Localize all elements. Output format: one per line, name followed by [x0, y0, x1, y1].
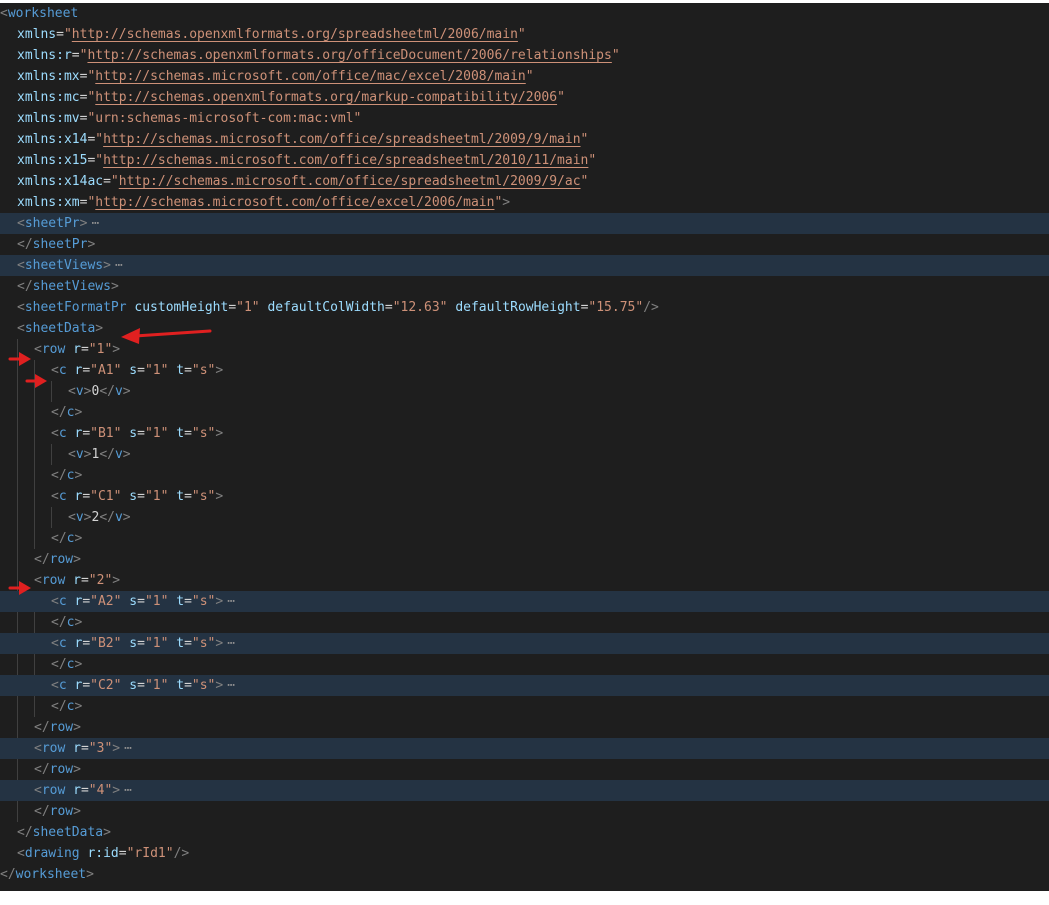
arrow-to-sheetdata-icon [121, 328, 212, 344]
arrow-to-row1-icon [8, 352, 31, 366]
arrow-to-cell-a1-icon [25, 374, 47, 388]
bottom-margin [0, 891, 1049, 905]
arrow-to-row2-icon [8, 581, 31, 595]
code-editor[interactable]: <worksheet xmlns="http://schemas.openxmlf… [0, 3, 1049, 891]
annotation-arrows [8, 328, 212, 595]
